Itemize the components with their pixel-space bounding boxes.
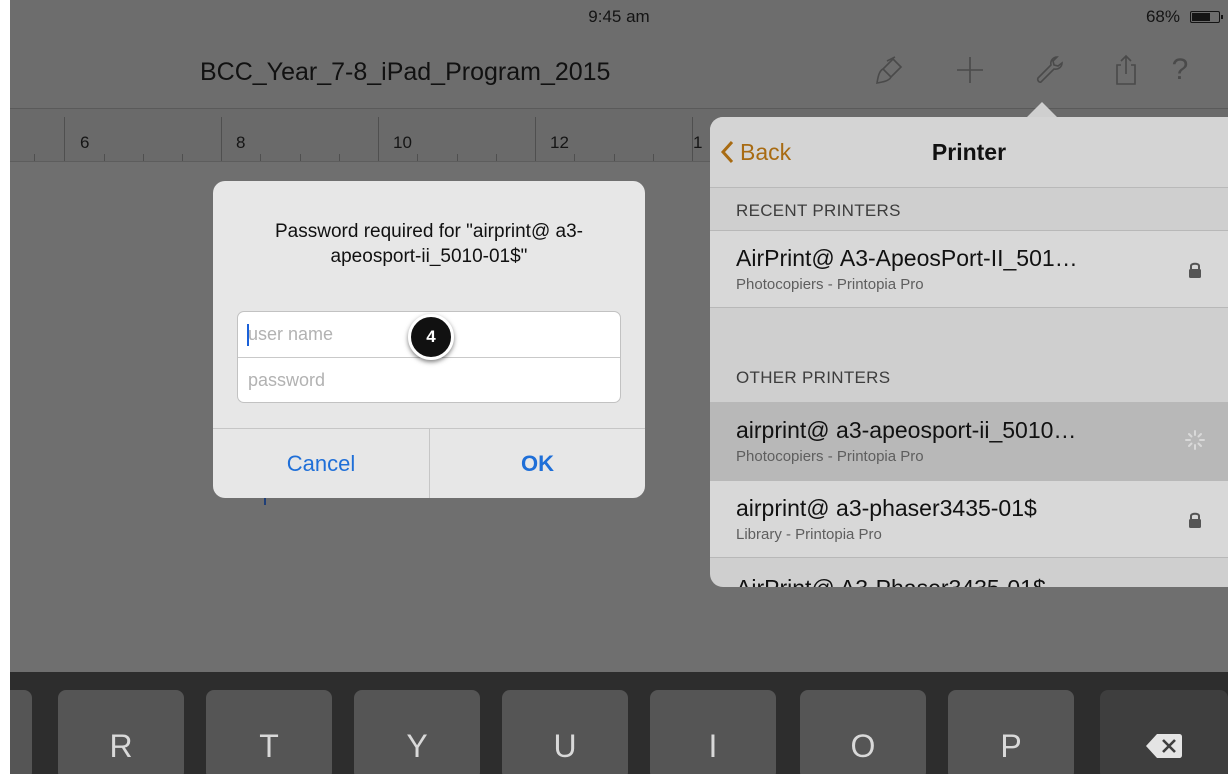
key-u[interactable]: U [502, 690, 628, 774]
key-e-partial[interactable] [10, 690, 32, 774]
key-label: Y [406, 728, 428, 764]
printer-subtitle: Photocopiers - Printopia Pro [736, 448, 924, 465]
ruler-subtick [182, 154, 183, 161]
spinner-icon [1185, 430, 1205, 450]
printer-subtitle: Library - Printopia Pro [736, 526, 882, 543]
key-label: U [553, 728, 577, 764]
key-label: I [708, 728, 718, 764]
password-field[interactable] [238, 358, 620, 403]
lock-icon [1189, 262, 1201, 278]
printer-popover: Back Printer RECENT PRINTERS AirPrint@ A… [710, 117, 1228, 587]
printer-name: airprint@ a3-phaser3435-01$ [736, 495, 1037, 521]
ruler-subtick [300, 154, 301, 161]
status-bar: 9:45 am 68% [10, 0, 1228, 32]
ruler-subtick [574, 154, 575, 161]
dialog-buttons: Cancel OK [213, 428, 645, 498]
backspace-icon [1146, 734, 1182, 758]
key-i[interactable]: I [650, 690, 776, 774]
ruler-subtick [34, 154, 35, 161]
key-r[interactable]: R [58, 690, 184, 774]
app-frame: 9:45 am 68% BCC_Year_7-8_iPad_Program_20… [10, 0, 1228, 774]
section-header-other: OTHER PRINTERS [736, 368, 891, 387]
share-icon[interactable] [1104, 48, 1148, 92]
document-toolbar: BCC_Year_7-8_iPad_Program_2015 ? [10, 32, 1228, 109]
key-label: R [109, 728, 133, 764]
help-glyph: ? [1171, 53, 1189, 86]
ruler-subtick [653, 154, 654, 161]
ruler-number: 1 [693, 133, 703, 152]
ruler-number: 8 [236, 133, 246, 152]
printer-subtitle: Photocopiers - Printopia Pro [736, 276, 924, 293]
ruler-tick [221, 117, 222, 161]
onscreen-keyboard: R T Y U I O P [10, 672, 1228, 774]
key-label: T [259, 728, 279, 764]
battery-percent: 68% [1145, 7, 1180, 26]
printer-row[interactable]: airprint@ a3-apeosport-ii_5010… Photocop… [710, 402, 1228, 480]
ruler-subtick [417, 154, 418, 161]
plus-icon[interactable] [948, 48, 992, 92]
help-icon[interactable]: ? [1158, 48, 1202, 92]
ruler-subtick [457, 154, 458, 161]
dialog-message: Password required for "airprint@ a3-apeo… [275, 221, 583, 267]
ruler-subtick [260, 154, 261, 161]
ruler-number: 10 [393, 133, 412, 152]
key-o[interactable]: O [800, 690, 926, 774]
printer-name: AirPrint@ A3-ApeosPort-II_501… [736, 245, 1078, 271]
ruler-subtick [104, 154, 105, 161]
key-t[interactable]: T [206, 690, 332, 774]
printer-row[interactable]: AirPrint@ A3-ApeosPort-II_501… Photocopi… [710, 230, 1228, 308]
text-cursor [247, 324, 249, 346]
key-y[interactable]: Y [354, 690, 480, 774]
key-label: P [1000, 728, 1022, 764]
key-label: O [850, 728, 876, 764]
status-time: 9:45 am [588, 7, 650, 26]
ruler-subtick [143, 154, 144, 161]
paintbrush-icon[interactable] [868, 48, 912, 92]
ruler-tick [378, 117, 379, 161]
popover-title: Printer [931, 139, 1007, 165]
ruler-tick [535, 117, 536, 161]
ruler-number: 12 [550, 133, 569, 152]
printer-row[interactable]: airprint@ a3-phaser3435-01$ Library - Pr… [710, 480, 1228, 558]
printer-name: airprint@ a3-apeosport-ii_5010… [736, 417, 1077, 443]
key-p[interactable]: P [948, 690, 1074, 774]
ruler-number: 6 [80, 133, 90, 152]
ruler-tick [64, 117, 65, 161]
lock-icon [1189, 512, 1201, 528]
battery-icon [1190, 11, 1223, 23]
battery-level [1192, 13, 1210, 21]
popover-header: Back Printer [710, 117, 1228, 188]
ruler-subtick [614, 154, 615, 161]
ok-button[interactable]: OK [430, 429, 645, 498]
step-badge: 4 [408, 314, 454, 360]
cancel-button[interactable]: Cancel [213, 429, 429, 498]
section-header-recent: RECENT PRINTERS [736, 201, 901, 220]
printer-name[interactable]: AirPrint@ A3-Phaser3435-01$ [736, 575, 1046, 587]
ruler-subtick [496, 154, 497, 161]
document-title: BCC_Year_7-8_iPad_Program_2015 [200, 58, 611, 86]
ruler-subtick [339, 154, 340, 161]
delete-key[interactable] [1100, 690, 1228, 774]
wrench-icon[interactable] [1028, 48, 1072, 92]
